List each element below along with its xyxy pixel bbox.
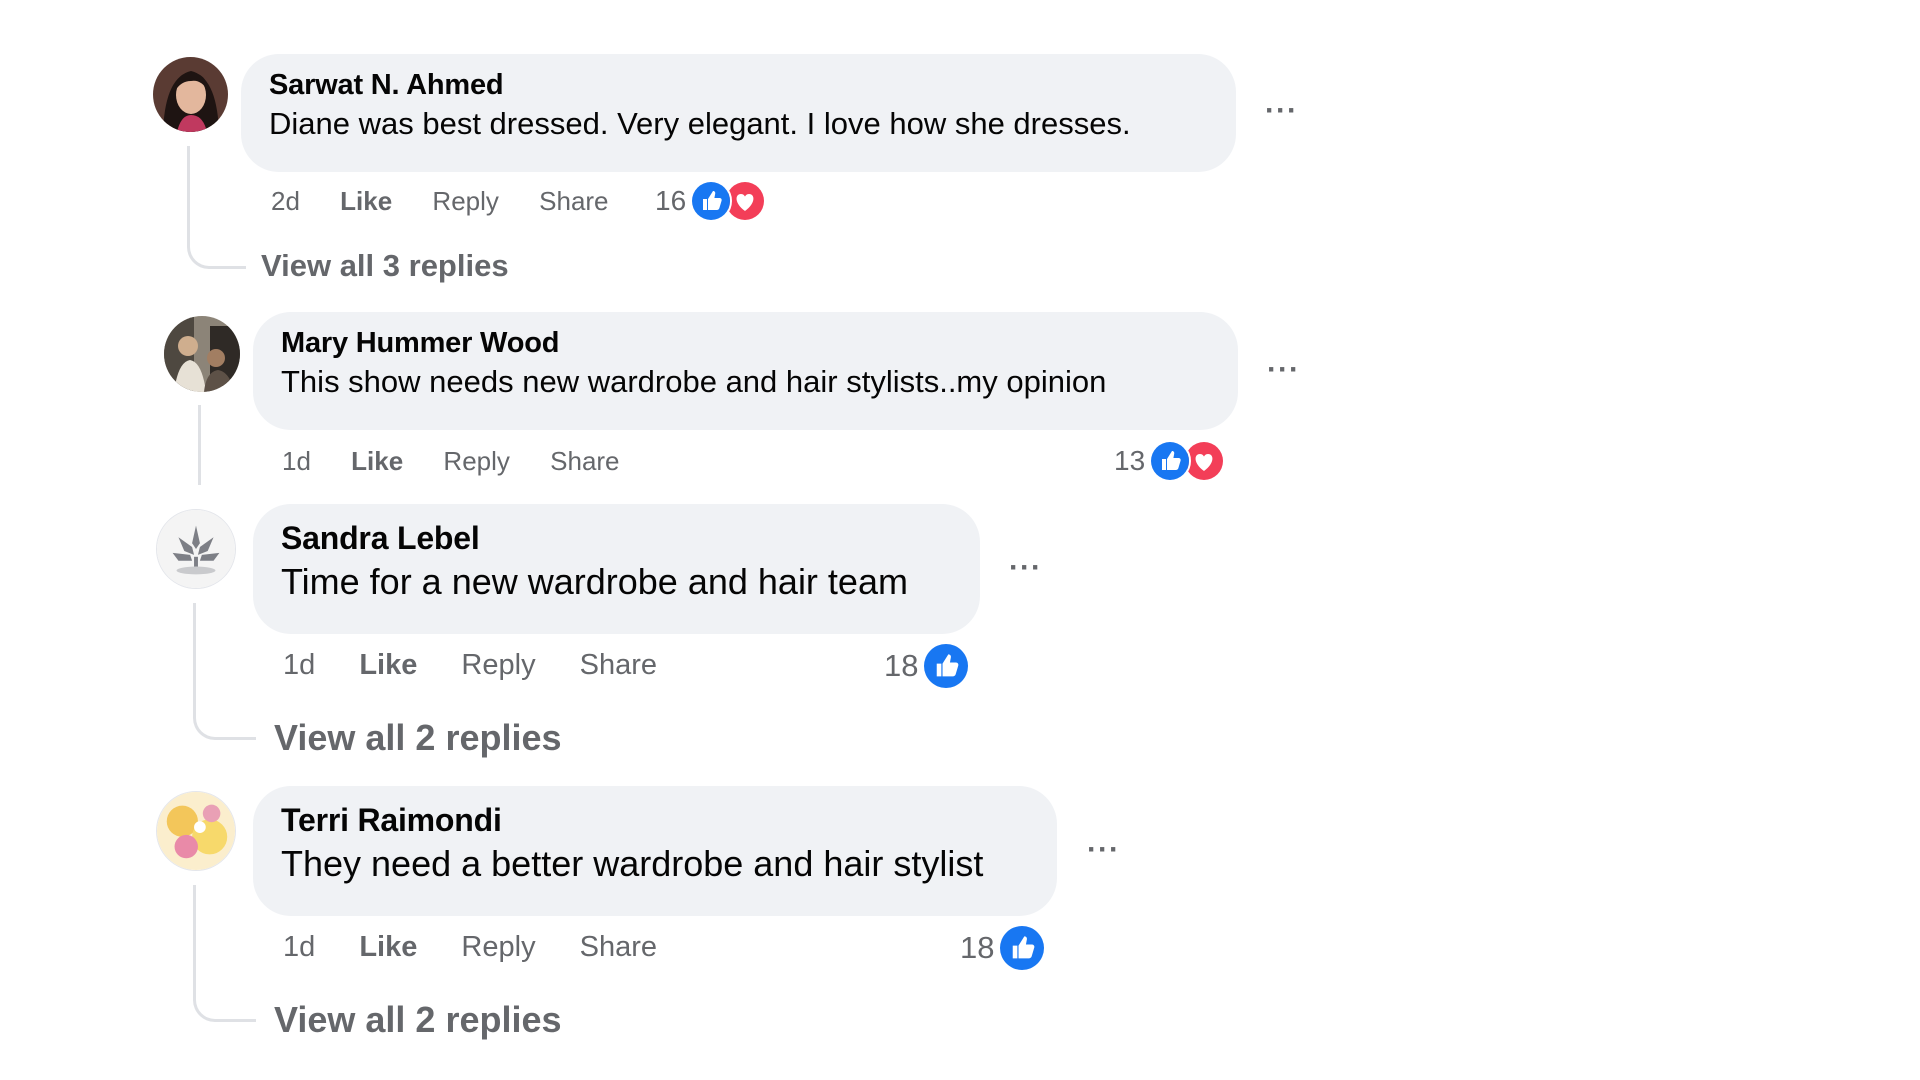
share-button[interactable]: Share xyxy=(539,186,608,216)
share-button[interactable]: Share xyxy=(580,649,657,681)
avatar[interactable] xyxy=(156,791,236,871)
comment-author[interactable]: Sandra Lebel xyxy=(281,519,953,557)
comment-timestamp[interactable]: 2d xyxy=(271,186,300,216)
more-options-button[interactable]: ··· xyxy=(1087,835,1120,865)
avatar-photo-icon xyxy=(157,792,235,870)
avatar-photo-icon xyxy=(157,510,235,588)
like-reaction-icon xyxy=(998,924,1047,972)
view-replies-link[interactable]: View all 3 replies xyxy=(261,248,509,284)
comment-actions: 2d Like Reply Share xyxy=(271,186,609,216)
comment-timestamp[interactable]: 1d xyxy=(283,649,315,681)
comment-author[interactable]: Terri Raimondi xyxy=(281,801,1030,839)
thread-connector xyxy=(193,603,256,740)
view-replies-link[interactable]: View all 2 replies xyxy=(274,717,562,759)
comment-bubble: Sandra Lebel Time for a new wardrobe and… xyxy=(253,504,980,634)
reaction-count: 13 xyxy=(1114,445,1146,476)
avatar[interactable] xyxy=(164,316,240,392)
share-button[interactable]: Share xyxy=(550,446,619,476)
reactions-summary[interactable]: 18 xyxy=(960,924,1047,972)
avatar[interactable] xyxy=(153,57,228,132)
reaction-count: 16 xyxy=(655,185,687,216)
like-reaction-icon xyxy=(922,642,971,690)
thread-connector xyxy=(198,405,201,485)
comments-section: Sarwat N. Ahmed Diane was best dressed. … xyxy=(0,0,1920,1080)
reply-button[interactable]: Reply xyxy=(461,649,535,681)
reactions-summary[interactable]: 16 xyxy=(655,180,767,222)
avatar-photo-icon xyxy=(153,57,228,132)
comment-text: Diane was best dressed. Very elegant. I … xyxy=(269,106,1131,141)
comment-actions: 1d Like Reply Share xyxy=(283,930,657,964)
reaction-count: 18 xyxy=(960,930,995,965)
more-options-button[interactable]: ··· xyxy=(1265,96,1298,126)
like-button[interactable]: Like xyxy=(359,931,417,963)
reply-button[interactable]: Reply xyxy=(432,186,498,216)
more-options-button[interactable]: ··· xyxy=(1009,553,1042,583)
comment-author[interactable]: Mary Hummer Wood xyxy=(281,327,1211,360)
reactions-summary[interactable]: 18 xyxy=(884,642,971,690)
reply-button[interactable]: Reply xyxy=(443,446,509,476)
more-options-button[interactable]: ··· xyxy=(1267,355,1300,385)
view-replies-link[interactable]: View all 2 replies xyxy=(274,999,562,1041)
reaction-count: 18 xyxy=(884,648,919,683)
avatar[interactable] xyxy=(156,509,236,589)
share-button[interactable]: Share xyxy=(580,931,657,963)
like-button[interactable]: Like xyxy=(340,186,392,216)
comment-timestamp[interactable]: 1d xyxy=(283,931,315,963)
like-button[interactable]: Like xyxy=(351,446,403,476)
like-button[interactable]: Like xyxy=(359,649,417,681)
comment-actions: 1d Like Reply Share xyxy=(283,648,657,682)
comment-bubble: Sarwat N. Ahmed Diane was best dressed. … xyxy=(241,54,1236,172)
comment-bubble: Mary Hummer Wood This show needs new war… xyxy=(253,312,1238,430)
like-reaction-icon xyxy=(1149,440,1192,482)
like-reaction-icon xyxy=(690,180,733,222)
thread-connector xyxy=(193,885,256,1022)
reactions-summary[interactable]: 13 xyxy=(1114,440,1226,482)
comment-author[interactable]: Sarwat N. Ahmed xyxy=(269,69,1209,102)
avatar-photo-icon xyxy=(164,316,240,392)
comment-bubble: Terri Raimondi They need a better wardro… xyxy=(253,786,1057,916)
comment-actions: 1d Like Reply Share xyxy=(282,446,620,476)
thread-connector xyxy=(187,146,246,269)
reply-button[interactable]: Reply xyxy=(461,931,535,963)
comment-text: This show needs new wardrobe and hair st… xyxy=(281,364,1107,399)
comment-text: They need a better wardrobe and hair sty… xyxy=(281,843,984,884)
comment-timestamp[interactable]: 1d xyxy=(282,446,311,476)
comment-text: Time for a new wardrobe and hair team xyxy=(281,561,908,602)
